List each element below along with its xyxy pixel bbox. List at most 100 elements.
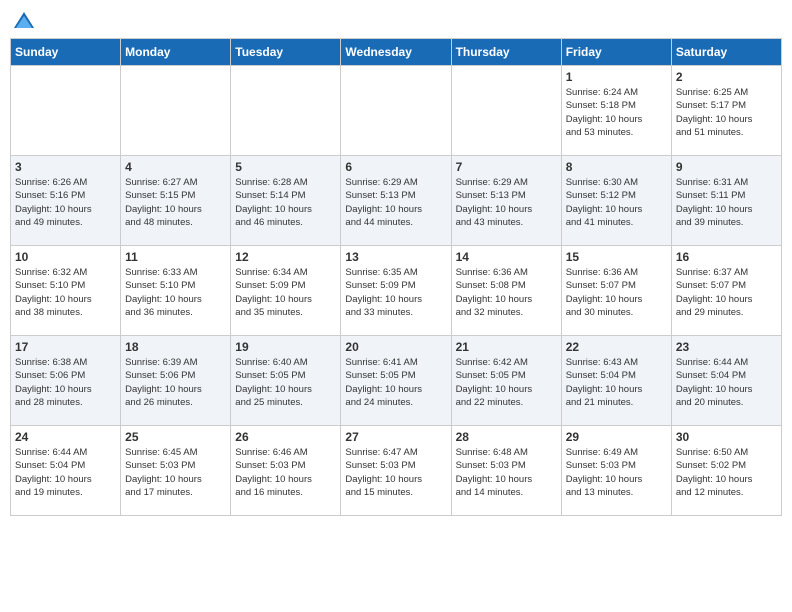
day-info: Sunrise: 6:44 AM Sunset: 5:04 PM Dayligh…	[676, 356, 777, 409]
day-number: 6	[345, 160, 446, 174]
calendar-cell: 18Sunrise: 6:39 AM Sunset: 5:06 PM Dayli…	[121, 336, 231, 426]
day-number: 22	[566, 340, 667, 354]
day-info: Sunrise: 6:28 AM Sunset: 5:14 PM Dayligh…	[235, 176, 336, 229]
day-info: Sunrise: 6:35 AM Sunset: 5:09 PM Dayligh…	[345, 266, 446, 319]
day-info: Sunrise: 6:31 AM Sunset: 5:11 PM Dayligh…	[676, 176, 777, 229]
day-number: 15	[566, 250, 667, 264]
calendar-cell: 3Sunrise: 6:26 AM Sunset: 5:16 PM Daylig…	[11, 156, 121, 246]
calendar-table: SundayMondayTuesdayWednesdayThursdayFrid…	[10, 38, 782, 516]
calendar-cell: 14 Sunrise: 6:36 AM Sunset: 5:08 PM Dayli…	[451, 246, 561, 336]
calendar-cell: 23 Sunrise: 6:44 AM Sunset: 5:04 PM Dayli…	[671, 336, 781, 426]
page-header	[10, 10, 782, 30]
calendar-cell: 30 Sunrise: 6:50 AM Sunset: 5:02 PM Dayli…	[671, 426, 781, 516]
day-number: 26	[235, 430, 336, 444]
day-info: Sunrise: 6:49 AM Sunset: 5:03 PM Dayligh…	[566, 446, 667, 499]
day-info: Sunrise: 6:44 AM Sunset: 5:04 PM Dayligh…	[15, 446, 116, 499]
day-info: Sunrise: 6:33 AM Sunset: 5:10 PM Dayligh…	[125, 266, 226, 319]
day-number: 24	[15, 430, 116, 444]
calendar-week-row: 3Sunrise: 6:26 AM Sunset: 5:16 PM Daylig…	[11, 156, 782, 246]
calendar-week-row: 24 Sunrise: 6:44 AM Sunset: 5:04 PM Dayli…	[11, 426, 782, 516]
day-number: 13	[345, 250, 446, 264]
calendar-cell: 28 Sunrise: 6:48 AM Sunset: 5:03 PM Dayli…	[451, 426, 561, 516]
day-info: Sunrise: 6:27 AM Sunset: 5:15 PM Dayligh…	[125, 176, 226, 229]
calendar-week-row: 1Sunrise: 6:24 AM Sunset: 5:18 PM Daylig…	[11, 66, 782, 156]
day-info: Sunrise: 6:26 AM Sunset: 5:16 PM Dayligh…	[15, 176, 116, 229]
day-info: Sunrise: 6:47 AM Sunset: 5:03 PM Dayligh…	[345, 446, 446, 499]
day-number: 8	[566, 160, 667, 174]
weekday-header: Friday	[561, 39, 671, 66]
day-info: Sunrise: 6:29 AM Sunset: 5:13 PM Dayligh…	[345, 176, 446, 229]
day-number: 28	[456, 430, 557, 444]
day-info: Sunrise: 6:40 AM Sunset: 5:05 PM Dayligh…	[235, 356, 336, 409]
day-number: 23	[676, 340, 777, 354]
day-info: Sunrise: 6:48 AM Sunset: 5:03 PM Dayligh…	[456, 446, 557, 499]
day-info: Sunrise: 6:36 AM Sunset: 5:07 PM Dayligh…	[566, 266, 667, 319]
calendar-cell: 26 Sunrise: 6:46 AM Sunset: 5:03 PM Dayli…	[231, 426, 341, 516]
day-number: 9	[676, 160, 777, 174]
day-info: Sunrise: 6:41 AM Sunset: 5:05 PM Dayligh…	[345, 356, 446, 409]
day-info: Sunrise: 6:25 AM Sunset: 5:17 PM Dayligh…	[676, 86, 777, 139]
day-info: Sunrise: 6:37 AM Sunset: 5:07 PM Dayligh…	[676, 266, 777, 319]
calendar-cell: 7 Sunrise: 6:29 AM Sunset: 5:13 PM Daylig…	[451, 156, 561, 246]
calendar-cell: 22 Sunrise: 6:43 AM Sunset: 5:04 PM Dayli…	[561, 336, 671, 426]
day-info: Sunrise: 6:50 AM Sunset: 5:02 PM Dayligh…	[676, 446, 777, 499]
weekday-header: Saturday	[671, 39, 781, 66]
weekday-header: Monday	[121, 39, 231, 66]
day-number: 7	[456, 160, 557, 174]
day-number: 30	[676, 430, 777, 444]
calendar-cell: 17Sunrise: 6:38 AM Sunset: 5:06 PM Dayli…	[11, 336, 121, 426]
day-info: Sunrise: 6:36 AM Sunset: 5:08 PM Dayligh…	[456, 266, 557, 319]
calendar-cell: 2 Sunrise: 6:25 AM Sunset: 5:17 PM Daylig…	[671, 66, 781, 156]
calendar-cell: 15 Sunrise: 6:36 AM Sunset: 5:07 PM Dayli…	[561, 246, 671, 336]
calendar-cell	[121, 66, 231, 156]
day-info: Sunrise: 6:45 AM Sunset: 5:03 PM Dayligh…	[125, 446, 226, 499]
calendar-cell: 21Sunrise: 6:42 AM Sunset: 5:05 PM Dayli…	[451, 336, 561, 426]
calendar-cell: 9 Sunrise: 6:31 AM Sunset: 5:11 PM Daylig…	[671, 156, 781, 246]
day-number: 1	[566, 70, 667, 84]
day-info: Sunrise: 6:30 AM Sunset: 5:12 PM Dayligh…	[566, 176, 667, 229]
day-number: 19	[235, 340, 336, 354]
weekday-header: Thursday	[451, 39, 561, 66]
day-number: 4	[125, 160, 226, 174]
weekday-header: Sunday	[11, 39, 121, 66]
day-info: Sunrise: 6:46 AM Sunset: 5:03 PM Dayligh…	[235, 446, 336, 499]
day-number: 16	[676, 250, 777, 264]
calendar-cell	[451, 66, 561, 156]
day-info: Sunrise: 6:29 AM Sunset: 5:13 PM Dayligh…	[456, 176, 557, 229]
day-info: Sunrise: 6:34 AM Sunset: 5:09 PM Dayligh…	[235, 266, 336, 319]
day-number: 29	[566, 430, 667, 444]
day-number: 12	[235, 250, 336, 264]
calendar-week-row: 17Sunrise: 6:38 AM Sunset: 5:06 PM Dayli…	[11, 336, 782, 426]
calendar-cell	[231, 66, 341, 156]
calendar-cell: 8 Sunrise: 6:30 AM Sunset: 5:12 PM Daylig…	[561, 156, 671, 246]
day-number: 25	[125, 430, 226, 444]
logo-icon	[12, 10, 36, 34]
day-info: Sunrise: 6:38 AM Sunset: 5:06 PM Dayligh…	[15, 356, 116, 409]
calendar-cell	[341, 66, 451, 156]
calendar-cell: 12 Sunrise: 6:34 AM Sunset: 5:09 PM Dayli…	[231, 246, 341, 336]
day-info: Sunrise: 6:42 AM Sunset: 5:05 PM Dayligh…	[456, 356, 557, 409]
calendar-cell: 25 Sunrise: 6:45 AM Sunset: 5:03 PM Dayli…	[121, 426, 231, 516]
calendar-cell: 27 Sunrise: 6:47 AM Sunset: 5:03 PM Dayli…	[341, 426, 451, 516]
day-number: 5	[235, 160, 336, 174]
day-number: 10	[15, 250, 116, 264]
weekday-header: Tuesday	[231, 39, 341, 66]
calendar-cell: 20 Sunrise: 6:41 AM Sunset: 5:05 PM Dayli…	[341, 336, 451, 426]
day-number: 27	[345, 430, 446, 444]
day-number: 11	[125, 250, 226, 264]
day-number: 2	[676, 70, 777, 84]
day-info: Sunrise: 6:32 AM Sunset: 5:10 PM Dayligh…	[15, 266, 116, 319]
day-number: 20	[345, 340, 446, 354]
calendar-week-row: 10 Sunrise: 6:32 AM Sunset: 5:10 PM Dayli…	[11, 246, 782, 336]
calendar-cell: 19 Sunrise: 6:40 AM Sunset: 5:05 PM Dayli…	[231, 336, 341, 426]
calendar-cell: 6 Sunrise: 6:29 AM Sunset: 5:13 PM Daylig…	[341, 156, 451, 246]
calendar-cell: 24 Sunrise: 6:44 AM Sunset: 5:04 PM Dayli…	[11, 426, 121, 516]
day-number: 14	[456, 250, 557, 264]
calendar-cell: 16 Sunrise: 6:37 AM Sunset: 5:07 PM Dayli…	[671, 246, 781, 336]
calendar-cell: 5 Sunrise: 6:28 AM Sunset: 5:14 PM Daylig…	[231, 156, 341, 246]
calendar-cell: 1Sunrise: 6:24 AM Sunset: 5:18 PM Daylig…	[561, 66, 671, 156]
day-info: Sunrise: 6:39 AM Sunset: 5:06 PM Dayligh…	[125, 356, 226, 409]
calendar-cell: 10 Sunrise: 6:32 AM Sunset: 5:10 PM Dayli…	[11, 246, 121, 336]
day-info: Sunrise: 6:43 AM Sunset: 5:04 PM Dayligh…	[566, 356, 667, 409]
calendar-header-row: SundayMondayTuesdayWednesdayThursdayFrid…	[11, 39, 782, 66]
